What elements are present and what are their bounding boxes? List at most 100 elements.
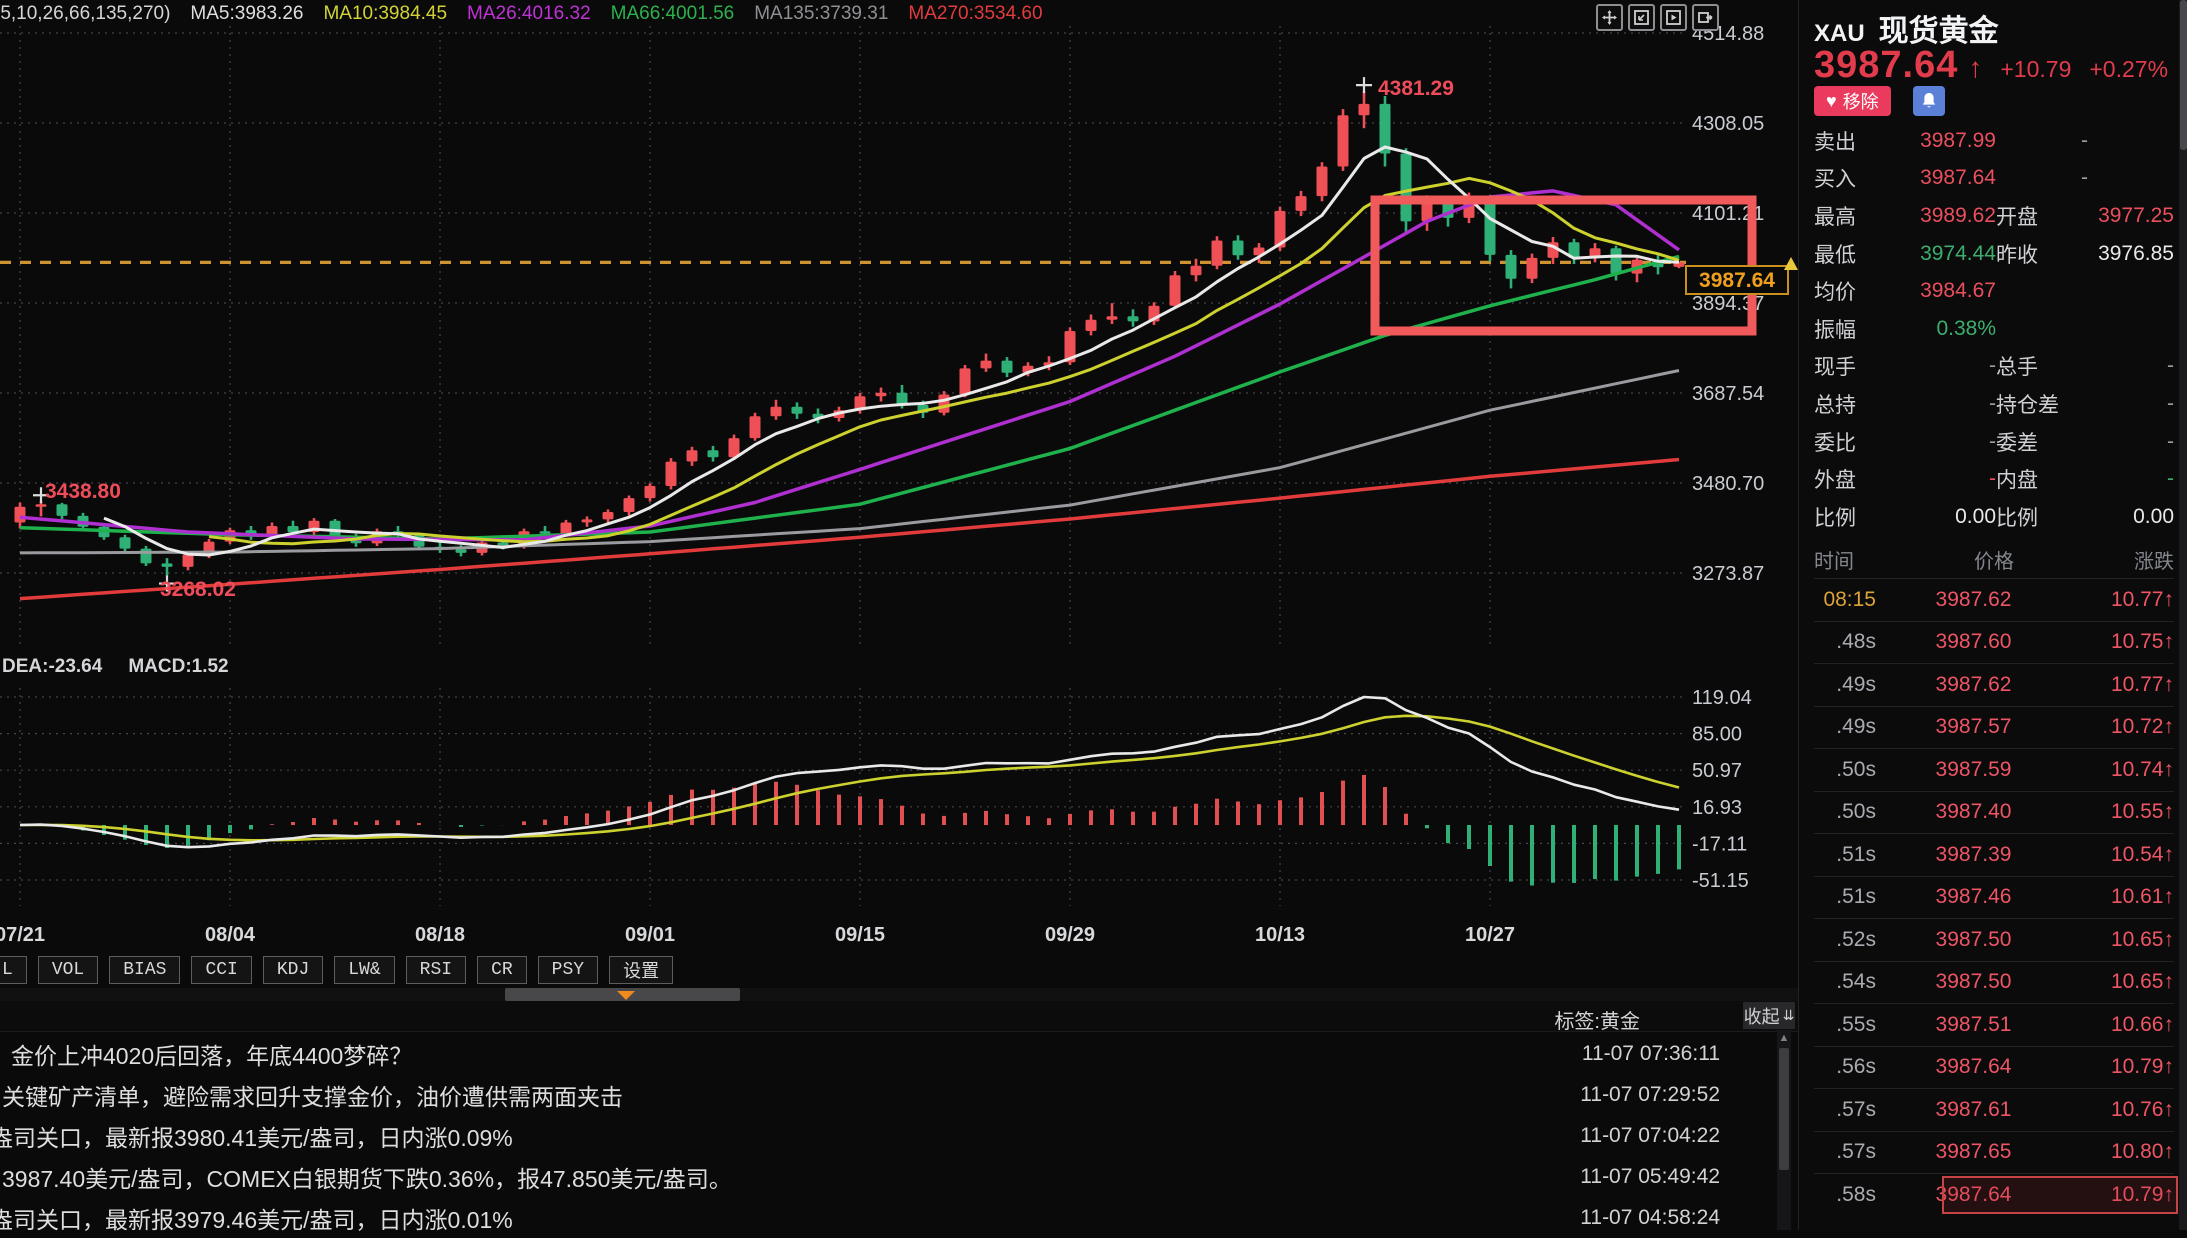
collapse-news-button[interactable]: 收起⇊ — [1743, 1002, 1795, 1029]
news-title: 盎司关口，最新报3980.41美元/盎司，日内涨0.09% — [0, 1119, 513, 1153]
quote-cell: 均价 — [1814, 276, 1900, 306]
tab-cci[interactable]: CCI — [191, 956, 251, 984]
news-item[interactable]: 盎司关口，最新报3980.41美元/盎司，日内涨0.09%11-07 07:04… — [0, 1115, 1775, 1156]
tab-rsi[interactable]: RSI — [406, 956, 466, 984]
news-item[interactable]: 盎司关口，最新报3979.46美元/盎司，日内涨0.01% 11-07 04:58… — [0, 1197, 1775, 1238]
tick-price: 3987.60 — [1876, 630, 2071, 654]
tick-time: .48s — [1814, 630, 1876, 654]
quote-panel: XAU 现货黄金 3987.64 ↑ +10.79 +0.27% ♥ 移除 卖出… — [1798, 0, 2187, 1230]
tick-row: .50s3987.5910.74↑ — [1814, 748, 2174, 791]
quote-cell: 卖出 — [1814, 126, 1900, 156]
tick-time: .58s — [1814, 1183, 1876, 1207]
tick-change: 10.77↑ — [2071, 673, 2174, 697]
tick-row: .50s3987.4010.55↑ — [1814, 791, 2174, 834]
quote-row: 委比-委差- — [1814, 423, 2174, 461]
macd-label: MACD:1.52 — [128, 656, 228, 678]
news-item[interactable]: ，金价上冲4020后回落，年底4400梦碎？11-07 07:36:11 — [0, 1033, 1775, 1074]
tab-vol[interactable]: VOL — [38, 956, 98, 984]
tick-row: .51s3987.3910.54↑ — [1814, 833, 2174, 876]
quote-cell: 最高 — [1814, 201, 1900, 231]
crosshair-icon[interactable] — [1596, 4, 1623, 31]
tick-header-cell: 价格 — [1904, 545, 2084, 574]
splitter-grip[interactable] — [505, 988, 740, 1001]
ma-value-label: MA270:3534.60 — [908, 3, 1042, 25]
chevron-down-icon: ⇊ — [1783, 1007, 1795, 1024]
svg-text:3268.02: 3268.02 — [160, 578, 236, 601]
pane-expand-icon[interactable] — [1692, 4, 1719, 31]
tick-row: .52s3987.5010.65↑ — [1814, 918, 2174, 961]
news-title: 3987.40美元/盎司，COMEX白银期货下跌0.36%，报47.850美元/… — [2, 1160, 732, 1194]
quote-cell: 3989.62 — [1900, 204, 1996, 228]
quote-cell: 买入 — [1814, 163, 1900, 193]
chart-area[interactable]: 4514.884308.054101.213894.373687.543480.… — [0, 0, 1798, 1230]
tick-price: 3987.62 — [1876, 588, 2071, 612]
alert-bell-button[interactable] — [1913, 86, 1945, 116]
indicator-tab-bar: L VOL BIAS CCI KDJ LW&RSI CR PSY 设置 — [0, 953, 673, 987]
quote-cell: 0.00 — [1900, 505, 1996, 529]
panel-scrollbar[interactable] — [2179, 0, 2187, 1230]
tick-price: 3987.46 — [1876, 885, 2071, 909]
tick-change: 10.54↑ — [2071, 843, 2174, 867]
ma-value-label: MA26:4016.32 — [467, 3, 591, 25]
tab-kdj[interactable]: KDJ — [263, 956, 323, 984]
news-item[interactable]: 3987.40美元/盎司，COMEX白银期货下跌0.36%，报47.850美元/… — [0, 1156, 1775, 1197]
quote-row: 均价3984.67 — [1814, 272, 2174, 310]
news-title: 盎司关口，最新报3979.46美元/盎司，日内涨0.01% — [0, 1201, 513, 1235]
price-row: 3987.64 ↑ +10.79 +0.27% — [1814, 44, 2168, 87]
scrollbar-thumb[interactable] — [2180, 0, 2187, 150]
ma-indicator-bar: (5,10,26,66,135,270) MA5:3983.26MA10:398… — [0, 2, 1043, 26]
tick-change: 10.74↑ — [2071, 758, 2174, 782]
dea-label: DEA:-23.64 — [2, 656, 102, 678]
tick-change: 10.75↑ — [2071, 630, 2174, 654]
news-tag-label: 标签:黄金 — [1554, 1005, 1640, 1034]
quote-row: 总持-持仓差- — [1814, 385, 2174, 423]
tab-设置[interactable]: 设置 — [609, 956, 673, 984]
candlestick-chart[interactable]: 4514.884308.054101.213894.373687.543480.… — [0, 0, 1798, 950]
svg-text:08/18: 08/18 — [415, 924, 465, 946]
svg-text:85.00: 85.00 — [1692, 724, 1742, 746]
news-item[interactable]: 关键矿产清单，避险需求回升支撑金价，油价遭供需两面夹击11-07 07:29:5… — [0, 1074, 1775, 1115]
tick-price: 3987.62 — [1876, 673, 2071, 697]
news-timestamp: 11-07 05:49:42 — [1580, 1165, 1720, 1189]
quote-cell: 比例 — [1996, 502, 2088, 532]
tab-l[interactable]: L — [0, 956, 27, 984]
last-price: 3987.64 — [1814, 44, 1958, 87]
pane-play-icon[interactable] — [1660, 4, 1687, 31]
remove-label: 移除 — [1843, 88, 1879, 114]
heart-icon: ♥ — [1826, 91, 1837, 112]
quote-cell: 0.00 — [2088, 505, 2174, 529]
pane-corner-icon[interactable] — [1628, 4, 1655, 31]
ma-value-label: MA66:4001.56 — [611, 3, 735, 25]
news-timestamp: 11-07 04:58:24 — [1580, 1206, 1720, 1230]
up-arrow-icon: ↑ — [1968, 52, 1982, 84]
tick-time: 08:15 — [1814, 588, 1876, 612]
quote-cell: - — [2088, 354, 2174, 378]
tick-price: 3987.59 — [1876, 758, 2071, 782]
svg-text:10/13: 10/13 — [1255, 924, 1305, 946]
tick-change: 10.79↑ — [2071, 1055, 2174, 1079]
tick-price: 3987.50 — [1876, 970, 2071, 994]
svg-text:-51.15: -51.15 — [1692, 870, 1749, 892]
tab-lw&[interactable]: LW& — [334, 956, 394, 984]
remove-watchlist-button[interactable]: ♥ 移除 — [1814, 86, 1891, 116]
quote-cell: 总持 — [1814, 389, 1900, 419]
ma-value-label: MA5:3983.26 — [190, 3, 303, 25]
quote-cell: 3987.64 — [1900, 166, 1996, 190]
svg-text:50.97: 50.97 — [1692, 760, 1742, 782]
tab-bias[interactable]: BIAS — [109, 956, 180, 984]
quote-cell: 持仓差 — [1996, 389, 2088, 419]
pane-splitter[interactable] — [0, 988, 1798, 1001]
news-scrollbar[interactable]: ▲ — [1777, 1030, 1791, 1230]
quote-cell: 内盘 — [1996, 464, 2088, 494]
quote-row: 外盘-内盘- — [1814, 460, 2174, 498]
tab-psy[interactable]: PSY — [538, 956, 598, 984]
svg-text:16.93: 16.93 — [1692, 797, 1742, 819]
tick-time: .49s — [1814, 715, 1876, 739]
quote-cell: 委差 — [1996, 427, 2088, 457]
tick-row: .48s3987.6010.75↑ — [1814, 621, 2174, 664]
quote-cell: 0.38% — [1900, 317, 1996, 341]
scroll-up-icon[interactable]: ▲ — [1777, 1030, 1791, 1046]
news-title: ，金价上冲4020后回落，年底4400梦碎？ — [0, 1037, 412, 1071]
scrollbar-thumb[interactable] — [1779, 1048, 1789, 1170]
tab-cr[interactable]: CR — [477, 956, 527, 984]
